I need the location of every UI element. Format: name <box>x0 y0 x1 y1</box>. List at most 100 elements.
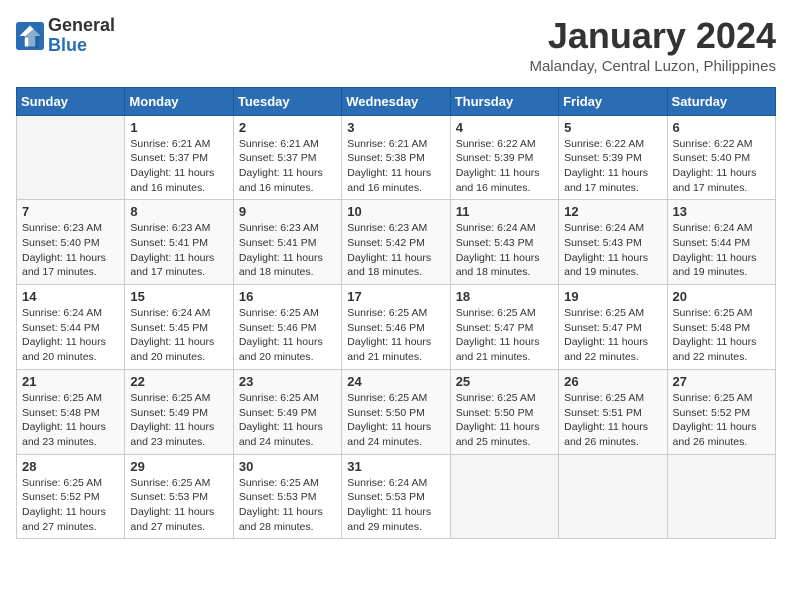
calendar-day-cell: 13 Sunrise: 6:24 AMSunset: 5:44 PMDayligh… <box>667 200 775 285</box>
calendar-table: SundayMondayTuesdayWednesdayThursdayFrid… <box>16 87 776 540</box>
day-number: 23 <box>239 374 336 389</box>
day-number: 25 <box>456 374 553 389</box>
logo-general: General <box>48 15 115 35</box>
day-number: 2 <box>239 120 336 135</box>
title-area: January 2024 Malanday, Central Luzon, Ph… <box>529 16 776 75</box>
day-info: Sunrise: 6:25 AMSunset: 5:50 PMDaylight:… <box>456 391 553 450</box>
calendar-day-cell: 18 Sunrise: 6:25 AMSunset: 5:47 PMDayligh… <box>450 285 558 370</box>
day-number: 7 <box>22 204 119 219</box>
day-info: Sunrise: 6:25 AMSunset: 5:52 PMDaylight:… <box>673 391 770 450</box>
logo-blue: Blue <box>48 35 87 55</box>
day-number: 15 <box>130 289 227 304</box>
calendar-day-cell <box>667 454 775 539</box>
calendar-subtitle: Malanday, Central Luzon, Philippines <box>529 58 776 75</box>
day-info: Sunrise: 6:25 AMSunset: 5:53 PMDaylight:… <box>239 476 336 535</box>
calendar-day-cell: 23 Sunrise: 6:25 AMSunset: 5:49 PMDayligh… <box>233 369 341 454</box>
day-info: Sunrise: 6:24 AMSunset: 5:53 PMDaylight:… <box>347 476 444 535</box>
day-number: 4 <box>456 120 553 135</box>
day-info: Sunrise: 6:25 AMSunset: 5:49 PMDaylight:… <box>130 391 227 450</box>
day-info: Sunrise: 6:25 AMSunset: 5:47 PMDaylight:… <box>564 306 661 365</box>
day-number: 9 <box>239 204 336 219</box>
day-info: Sunrise: 6:21 AMSunset: 5:38 PMDaylight:… <box>347 137 444 196</box>
day-number: 14 <box>22 289 119 304</box>
day-info: Sunrise: 6:25 AMSunset: 5:48 PMDaylight:… <box>673 306 770 365</box>
calendar-week-row: 1Sunrise: 6:21 AMSunset: 5:37 PMDaylight… <box>17 115 776 200</box>
calendar-day-cell: 27Sunrise: 6:25 AMSunset: 5:52 PMDayligh… <box>667 369 775 454</box>
calendar-day-cell: 4 Sunrise: 6:22 AMSunset: 5:39 PMDaylight… <box>450 115 558 200</box>
day-info: Sunrise: 6:23 AMSunset: 5:41 PMDaylight:… <box>130 221 227 280</box>
day-info: Sunrise: 6:25 AMSunset: 5:52 PMDaylight:… <box>22 476 119 535</box>
day-info: Sunrise: 6:25 AMSunset: 5:46 PMDaylight:… <box>239 306 336 365</box>
day-info: Sunrise: 6:25 AMSunset: 5:49 PMDaylight:… <box>239 391 336 450</box>
day-info: Sunrise: 6:23 AMSunset: 5:40 PMDaylight:… <box>22 221 119 280</box>
day-number: 22 <box>130 374 227 389</box>
day-info: Sunrise: 6:21 AMSunset: 5:37 PMDaylight:… <box>130 137 227 196</box>
day-info: Sunrise: 6:25 AMSunset: 5:53 PMDaylight:… <box>130 476 227 535</box>
logo: General Blue <box>16 16 115 56</box>
calendar-body: 1Sunrise: 6:21 AMSunset: 5:37 PMDaylight… <box>17 115 776 539</box>
calendar-week-row: 14 Sunrise: 6:24 AMSunset: 5:44 PMDayligh… <box>17 285 776 370</box>
calendar-day-cell: 10Sunrise: 6:23 AMSunset: 5:42 PMDayligh… <box>342 200 450 285</box>
logo-text: General Blue <box>48 16 115 56</box>
header: General Blue January 2024 Malanday, Cent… <box>16 16 776 75</box>
day-number: 3 <box>347 120 444 135</box>
calendar-day-cell: 14 Sunrise: 6:24 AMSunset: 5:44 PMDayligh… <box>17 285 125 370</box>
calendar-day-cell: 17 Sunrise: 6:25 AMSunset: 5:46 PMDayligh… <box>342 285 450 370</box>
day-number: 19 <box>564 289 661 304</box>
calendar-day-cell <box>559 454 667 539</box>
calendar-week-row: 28 Sunrise: 6:25 AMSunset: 5:52 PMDayligh… <box>17 454 776 539</box>
day-info: Sunrise: 6:24 AMSunset: 5:45 PMDaylight:… <box>130 306 227 365</box>
calendar-day-cell: 2 Sunrise: 6:21 AMSunset: 5:37 PMDaylight… <box>233 115 341 200</box>
weekday-header-cell: Thursday <box>450 87 558 115</box>
day-number: 29 <box>130 459 227 474</box>
calendar-day-cell: 5Sunrise: 6:22 AMSunset: 5:39 PMDaylight… <box>559 115 667 200</box>
calendar-day-cell: 15 Sunrise: 6:24 AMSunset: 5:45 PMDayligh… <box>125 285 233 370</box>
day-number: 26 <box>564 374 661 389</box>
calendar-day-cell: 28 Sunrise: 6:25 AMSunset: 5:52 PMDayligh… <box>17 454 125 539</box>
day-info: Sunrise: 6:24 AMSunset: 5:43 PMDaylight:… <box>564 221 661 280</box>
logo-icon <box>16 22 44 50</box>
calendar-day-cell: 20 Sunrise: 6:25 AMSunset: 5:48 PMDayligh… <box>667 285 775 370</box>
day-number: 21 <box>22 374 119 389</box>
calendar-week-row: 21Sunrise: 6:25 AMSunset: 5:48 PMDayligh… <box>17 369 776 454</box>
day-number: 6 <box>673 120 770 135</box>
day-number: 24 <box>347 374 444 389</box>
calendar-day-cell: 11 Sunrise: 6:24 AMSunset: 5:43 PMDayligh… <box>450 200 558 285</box>
day-info: Sunrise: 6:25 AMSunset: 5:50 PMDaylight:… <box>347 391 444 450</box>
day-number: 17 <box>347 289 444 304</box>
day-number: 5 <box>564 120 661 135</box>
calendar-day-cell: 25 Sunrise: 6:25 AMSunset: 5:50 PMDayligh… <box>450 369 558 454</box>
calendar-day-cell: 19 Sunrise: 6:25 AMSunset: 5:47 PMDayligh… <box>559 285 667 370</box>
day-number: 20 <box>673 289 770 304</box>
day-info: Sunrise: 6:23 AMSunset: 5:42 PMDaylight:… <box>347 221 444 280</box>
day-info: Sunrise: 6:23 AMSunset: 5:41 PMDaylight:… <box>239 221 336 280</box>
day-number: 11 <box>456 204 553 219</box>
day-info: Sunrise: 6:25 AMSunset: 5:46 PMDaylight:… <box>347 306 444 365</box>
calendar-day-cell <box>450 454 558 539</box>
calendar-day-cell: 31Sunrise: 6:24 AMSunset: 5:53 PMDayligh… <box>342 454 450 539</box>
weekday-header-cell: Wednesday <box>342 87 450 115</box>
weekday-header-cell: Tuesday <box>233 87 341 115</box>
day-number: 18 <box>456 289 553 304</box>
weekday-header-cell: Saturday <box>667 87 775 115</box>
day-info: Sunrise: 6:25 AMSunset: 5:47 PMDaylight:… <box>456 306 553 365</box>
day-info: Sunrise: 6:21 AMSunset: 5:37 PMDaylight:… <box>239 137 336 196</box>
weekday-header-cell: Friday <box>559 87 667 115</box>
day-number: 16 <box>239 289 336 304</box>
day-info: Sunrise: 6:24 AMSunset: 5:44 PMDaylight:… <box>22 306 119 365</box>
calendar-day-cell: 12Sunrise: 6:24 AMSunset: 5:43 PMDayligh… <box>559 200 667 285</box>
weekday-header-cell: Sunday <box>17 87 125 115</box>
calendar-day-cell: 30Sunrise: 6:25 AMSunset: 5:53 PMDayligh… <box>233 454 341 539</box>
calendar-week-row: 7 Sunrise: 6:23 AMSunset: 5:40 PMDaylight… <box>17 200 776 285</box>
calendar-day-cell: 1Sunrise: 6:21 AMSunset: 5:37 PMDaylight… <box>125 115 233 200</box>
day-info: Sunrise: 6:24 AMSunset: 5:43 PMDaylight:… <box>456 221 553 280</box>
day-info: Sunrise: 6:22 AMSunset: 5:39 PMDaylight:… <box>456 137 553 196</box>
day-info: Sunrise: 6:24 AMSunset: 5:44 PMDaylight:… <box>673 221 770 280</box>
calendar-day-cell: 29 Sunrise: 6:25 AMSunset: 5:53 PMDayligh… <box>125 454 233 539</box>
calendar-day-cell: 7 Sunrise: 6:23 AMSunset: 5:40 PMDaylight… <box>17 200 125 285</box>
day-number: 28 <box>22 459 119 474</box>
day-number: 13 <box>673 204 770 219</box>
calendar-day-cell: 21Sunrise: 6:25 AMSunset: 5:48 PMDayligh… <box>17 369 125 454</box>
calendar-day-cell <box>17 115 125 200</box>
calendar-title: January 2024 <box>529 16 776 56</box>
